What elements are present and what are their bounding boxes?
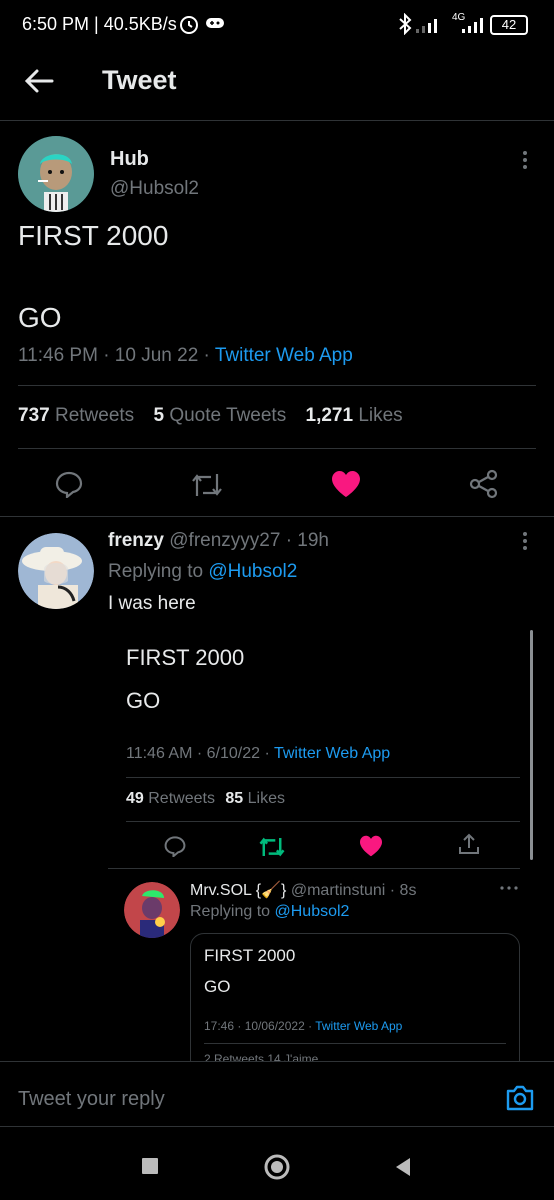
embed-text-line-2: GO	[126, 688, 161, 713]
embed-retweets-count: 49	[126, 790, 144, 807]
embed-likes-label: Likes	[247, 790, 286, 807]
embed-share-icon	[457, 832, 481, 856]
nested-replying-to: Replying to @Hubsol2	[190, 903, 349, 921]
divider	[0, 1126, 554, 1127]
camera-icon[interactable]	[505, 1084, 535, 1112]
nested-header: Mrv.SOL {🧹} @martinstuni · 8s	[190, 880, 416, 900]
battery-icon: 42	[490, 15, 528, 35]
embed-metadata: 11:46 AM · 6/10/22 · Twitter Web App	[126, 745, 390, 763]
tweet-text-line-2: GO	[18, 302, 62, 333]
divider	[0, 516, 554, 517]
header: Tweet	[0, 50, 554, 121]
author-handle[interactable]: @Hubsol2	[110, 178, 199, 200]
nested-source: Twitter Web App	[315, 1019, 403, 1033]
reply-avatar[interactable]	[18, 533, 94, 609]
system-nav-bar	[0, 1130, 554, 1200]
reply-text: I was here	[108, 593, 196, 614]
battery-level: 42	[501, 17, 517, 32]
divider	[126, 821, 520, 822]
tweet-timestamp: 11:46 PM · 10 Jun 22 ·	[18, 345, 215, 366]
embed-source: Twitter Web App	[273, 745, 391, 762]
alarm-icon	[178, 13, 200, 35]
likes-count: 1,271	[305, 405, 354, 426]
bluetooth-icon	[398, 13, 412, 35]
replying-to-prefix: Replying to	[108, 561, 209, 582]
embed-stats: 49 Retweets 85 Likes	[126, 790, 285, 808]
quotes-label: Quote Tweets	[169, 405, 287, 426]
embed-text-line-1: FIRST 2000	[126, 645, 245, 670]
embed-reply-icon	[164, 835, 186, 857]
nested-text-line-1: FIRST 2000	[204, 946, 296, 965]
reply-icon[interactable]	[55, 470, 83, 498]
divider	[18, 448, 536, 449]
divider	[108, 868, 520, 869]
reply-more-options-icon[interactable]	[522, 531, 528, 551]
divider	[126, 777, 520, 778]
nested-stats-partial: 2 Retweets 14 J'aime	[204, 1052, 319, 1061]
divider	[18, 385, 536, 386]
back-arrow-icon[interactable]	[24, 68, 54, 94]
status-time-speed: 6:50 PM | 40.5KB/s	[22, 14, 177, 34]
retweet-icon[interactable]	[190, 472, 224, 498]
retweets-label: Retweets	[54, 405, 135, 426]
embed-retweet-icon	[258, 836, 286, 858]
tweet-text-line-1: FIRST 2000	[18, 220, 169, 251]
status-bar: 6:50 PM | 40.5KB/s 4G 42	[0, 0, 554, 50]
reply-header: frenzy @frenzyyy27 · 19h	[108, 530, 329, 552]
likes-label: Likes	[358, 405, 403, 426]
reply-handle-time[interactable]: @frenzyyy27 · 19h	[169, 530, 329, 551]
reply-name[interactable]: frenzy	[108, 530, 164, 551]
nested-replying-prefix: Replying to	[190, 903, 275, 920]
reply-input[interactable]: Tweet your reply	[18, 1088, 165, 1111]
scrollbar[interactable]	[530, 630, 533, 860]
embed-like-icon	[359, 835, 383, 857]
tweet-stats: 737 Retweets 5 Quote Tweets 1,271 Likes	[18, 405, 403, 427]
quotes-count: 5	[153, 405, 165, 426]
replying-to-handle[interactable]: @Hubsol2	[208, 561, 297, 582]
share-icon[interactable]	[469, 469, 499, 499]
tweet-source[interactable]: Twitter Web App	[215, 345, 353, 366]
page-title: Tweet	[102, 65, 177, 95]
nested-name: Mrv.SOL {🧹}	[190, 882, 287, 899]
tweet-metadata: 11:46 PM · 10 Jun 22 · Twitter Web App	[18, 345, 353, 367]
recents-square-icon[interactable]	[142, 1158, 158, 1174]
signal-icon	[416, 14, 442, 34]
more-options-icon[interactable]	[522, 150, 528, 170]
home-circle-icon[interactable]	[263, 1153, 291, 1181]
replying-to: Replying to @Hubsol2	[108, 561, 297, 583]
nested-metadata: 17:46 · 10/06/2022 · Twitter Web App	[204, 1019, 402, 1033]
like-icon[interactable]	[331, 470, 361, 498]
nested-handle-time: @martinstuni · 8s	[290, 882, 417, 899]
nested-more-icon	[500, 886, 518, 890]
back-triangle-icon[interactable]	[394, 1157, 412, 1177]
author-name[interactable]: Hub	[110, 148, 149, 171]
signal-icon-2	[450, 14, 486, 34]
author-avatar[interactable]	[18, 136, 94, 212]
embed-likes-count: 85	[225, 790, 244, 807]
nested-replying-handle: @Hubsol2	[274, 903, 350, 920]
quotes-stat[interactable]: 5 Quote Tweets	[153, 405, 286, 426]
embed-retweets-label: Retweets	[148, 790, 215, 807]
retweets-count: 737	[18, 405, 50, 426]
likes-stat[interactable]: 1,271 Likes	[306, 405, 403, 426]
nested-text-line-2: GO	[204, 977, 231, 996]
nested-avatar	[124, 882, 180, 938]
divider	[204, 1043, 506, 1044]
retweets-stat[interactable]: 737 Retweets	[18, 405, 134, 426]
embed-timestamp: 11:46 AM · 6/10/22 ·	[126, 745, 274, 762]
nested-timestamp: 17:46 · 10/06/2022 ·	[204, 1019, 316, 1033]
reply-bar: Tweet your reply	[0, 1061, 554, 1132]
game-controller-icon	[206, 16, 224, 30]
